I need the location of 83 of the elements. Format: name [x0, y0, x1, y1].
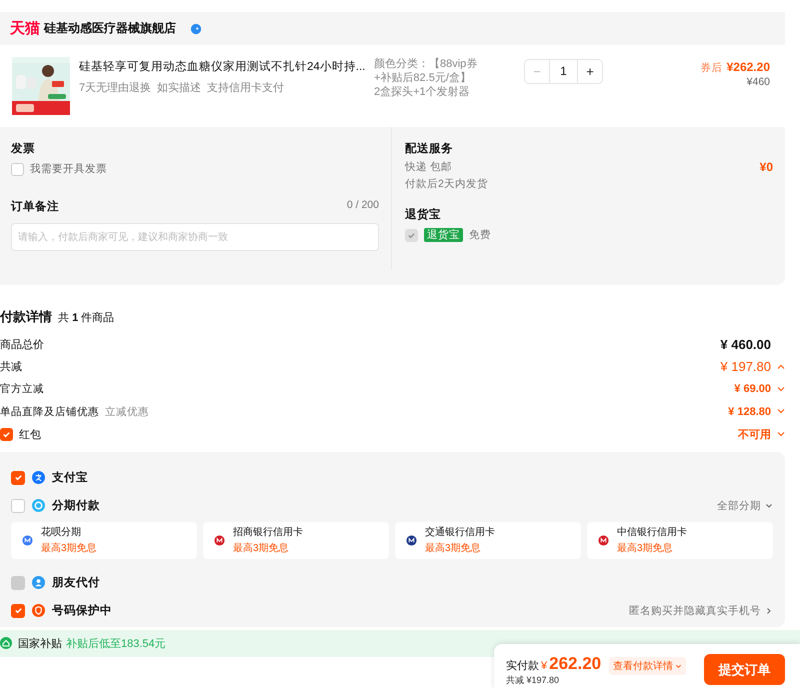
option-promo: 最高3期免息 [425, 542, 482, 555]
product-spec: 颜色分类：【88vip券 [374, 57, 478, 71]
product-spec: 2盒探头+1个发射器 [374, 85, 471, 99]
option-promo: 最高3期免息 [233, 542, 290, 555]
option-promo: 最高3期免息 [617, 542, 674, 555]
row-value: ¥ 69.00 [734, 383, 771, 396]
delivery-price: ¥0 [760, 160, 773, 176]
checkmark-icon [407, 230, 416, 240]
product-title[interactable]: 硅基轻享可复用动态血糖仪家用测试不扎针24小时持... [79, 59, 369, 74]
row-label: 红包 [19, 428, 41, 442]
option-name: 招商银行信用卡 [233, 526, 303, 539]
row-label: 单品直降及店铺优惠 [0, 404, 99, 419]
checkbox[interactable] [0, 428, 13, 441]
checkbox[interactable] [11, 604, 25, 618]
service-tag: 支持信用卡支付 [207, 80, 284, 95]
row-value: 不可用 [738, 428, 771, 442]
subsidy-label: 国家补贴 [18, 636, 62, 650]
delivery-info: 快递 包邮 [405, 160, 453, 174]
increment-button[interactable]: + [578, 60, 602, 83]
row-sublabel: 立减优惠 [105, 404, 149, 419]
row-label: 商品总价 [0, 338, 44, 352]
saving-text: 共减 ¥197.80 [506, 675, 560, 686]
checkmark-icon [14, 473, 22, 482]
checkmark-icon [14, 606, 22, 615]
bank-logo-icon [406, 534, 417, 546]
caret-icon[interactable] [765, 502, 773, 510]
note-field[interactable]: 请输入，付款后商家可见，建议和商家协商一致 [11, 223, 379, 251]
home-icon [0, 637, 12, 649]
row-value: ¥ 197.80 [720, 359, 771, 374]
checkbox[interactable] [11, 498, 25, 512]
section-title: 订单备注 [11, 199, 59, 214]
service-note: 免费 [469, 228, 491, 242]
payment-method-label[interactable]: 号码保护中 [52, 603, 112, 618]
installment-option[interactable]: 招商银行信用卡 最高3期免息 [203, 522, 389, 558]
section-title: 退货宝 [405, 207, 442, 222]
total-label: 实付款 [506, 658, 539, 673]
section-title: 配送服务 [405, 142, 454, 156]
caret-icon[interactable] [777, 386, 785, 392]
option-name: 中信银行信用卡 [617, 526, 687, 539]
item-count: 共 1 件商品 [58, 310, 114, 325]
option-name: 交通银行信用卡 [425, 526, 495, 539]
store-logo: 天猫 [10, 19, 40, 38]
store-name[interactable]: 硅基动感医疗器械旗舰店 [44, 20, 176, 37]
shield-icon [32, 604, 45, 617]
checkmark-icon [2, 430, 11, 439]
total-amount: 262.20 [549, 654, 602, 673]
chevron-right-icon[interactable] [765, 606, 773, 614]
row-value: ¥ 128.80 [728, 406, 771, 418]
method-action-link[interactable]: 匿名购买并隐藏真实手机号 [629, 604, 761, 618]
price-label: 券后 [700, 61, 723, 75]
delivery-info: 付款后2天内发货 [405, 177, 488, 191]
currency-symbol: ¥ [541, 660, 548, 672]
bank-logo-icon [214, 534, 225, 546]
product-spec: +补贴后82.5元/盒】 [374, 71, 472, 85]
service-tag: 7天无理由退换 [79, 80, 152, 95]
caret-icon [675, 662, 682, 670]
section-title: 发票 [11, 142, 36, 156]
method-action-link[interactable]: 全部分期 [717, 498, 761, 512]
payment-method-label[interactable]: 支付宝 [52, 470, 88, 485]
char-counter: 0 / 200 [346, 199, 379, 213]
payment-method-label[interactable]: 分期付款 [52, 498, 100, 513]
checkbox[interactable] [11, 470, 25, 484]
checkbox-label[interactable]: 我需要开具发票 [30, 162, 107, 176]
caret-icon[interactable] [777, 409, 785, 414]
service-tag: 如实描述 [157, 80, 202, 95]
option-promo: 最高3期免息 [41, 542, 97, 555]
service-badge: 退货宝 [424, 228, 463, 242]
installment-option[interactable]: 中信银行信用卡 最高3期免息 [587, 522, 773, 558]
friend-icon [32, 576, 45, 589]
subsidy-text: 补贴后低至183.54元 [66, 636, 166, 650]
row-label: 官方立减 [0, 382, 44, 396]
bank-logo-icon [598, 534, 609, 546]
original-price: ¥460 [746, 76, 770, 88]
quantity-value[interactable]: 1 [549, 60, 578, 83]
caret-icon[interactable] [777, 432, 785, 437]
installment-option[interactable]: 花呗分期 最高3期免息 [11, 522, 197, 558]
caret-icon[interactable] [777, 364, 785, 370]
installment-option[interactable]: 交通银行信用卡 最高3期免息 [395, 522, 581, 558]
option-name: 花呗分期 [41, 526, 82, 539]
discount-price: ¥262.20 [726, 60, 770, 74]
row-label: 共减 [0, 360, 22, 374]
checkbox[interactable] [11, 162, 24, 176]
row-value: ¥ 460.00 [720, 336, 771, 352]
